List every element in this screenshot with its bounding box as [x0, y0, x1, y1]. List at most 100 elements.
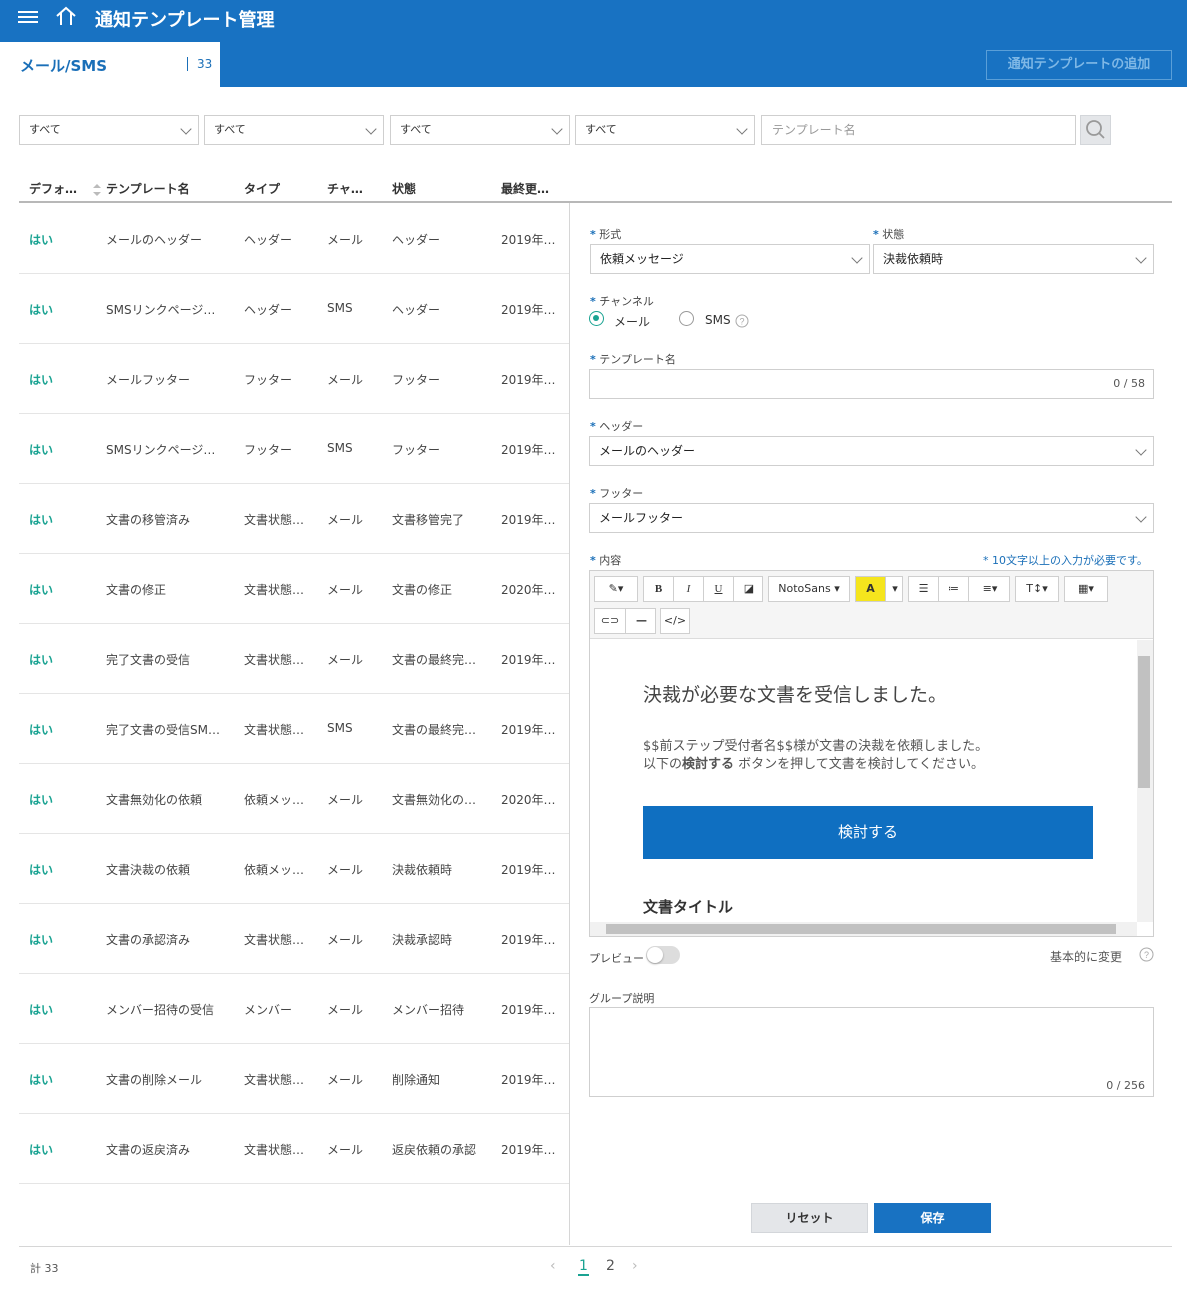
- prev-page-icon[interactable]: ‹: [550, 1258, 556, 1274]
- align-icon[interactable]: ≡▾: [969, 577, 1011, 601]
- italic-icon[interactable]: I: [674, 577, 704, 601]
- font-family-select[interactable]: NotoSans ▾: [768, 576, 850, 602]
- search-button[interactable]: [1080, 115, 1111, 145]
- table-row[interactable]: はい メンバー招待の受信 メンバー メール メンバー招待 2019年…: [19, 974, 569, 1044]
- cell-channel: メール: [327, 373, 364, 387]
- status-select[interactable]: 決裁依頼時: [873, 244, 1154, 274]
- help-icon[interactable]: ?: [1139, 947, 1154, 962]
- next-page-icon[interactable]: ›: [632, 1258, 638, 1274]
- page-2[interactable]: 2: [606, 1258, 615, 1274]
- col-channel[interactable]: チャ…: [327, 180, 363, 197]
- template-name-search-input[interactable]: テンプレート名: [761, 115, 1076, 145]
- cell-status: 返戻依頼の承認: [392, 1143, 477, 1157]
- search-icon: [1086, 120, 1105, 139]
- cell-channel: SMS: [327, 721, 353, 735]
- content-hint: * 10文字以上の入力が必要です。: [983, 554, 1148, 567]
- text-size-icon[interactable]: T↕▾: [1015, 576, 1059, 602]
- link-icon[interactable]: ⊂⊃: [595, 609, 626, 633]
- home-icon[interactable]: [55, 5, 77, 27]
- chevron-down-icon: [736, 123, 748, 135]
- filter-select-4[interactable]: すべて: [575, 115, 755, 145]
- channel-label-text: チャンネル: [599, 295, 654, 308]
- table-row[interactable]: はい 完了文書の受信SM… 文書状態… SMS 文書の最終完… 2019年…: [19, 694, 569, 764]
- col-default[interactable]: デフォ…: [29, 180, 77, 197]
- rich-text-editor[interactable]: ✎▾ B I U ◪ NotoSans ▾ A ▾ ☰ ≔ ≡▾ T↕▾ ▦▾ …: [589, 570, 1154, 937]
- tab-mail-sms[interactable]: メール/SMS 33: [0, 42, 220, 87]
- table-row[interactable]: はい 文書の修正 文書状態… メール 文書の修正 2020年…: [19, 554, 569, 624]
- color-dropdown-icon[interactable]: ▾: [886, 577, 904, 601]
- radio-sms[interactable]: [679, 311, 694, 326]
- preview-toggle[interactable]: [646, 946, 680, 964]
- table-row[interactable]: はい 文書決裁の依頼 依頼メッ… メール 決裁依頼時 2019年…: [19, 834, 569, 904]
- cell-channel: メール: [327, 583, 364, 597]
- filter-select-1[interactable]: すべて: [19, 115, 199, 145]
- cell-name: メンバー招待の受信: [106, 1003, 215, 1017]
- hamburger-menu-icon[interactable]: [18, 8, 38, 26]
- col-status[interactable]: 状態: [392, 180, 416, 197]
- header-select[interactable]: メールのヘッダー: [589, 436, 1154, 466]
- col-type[interactable]: タイプ: [244, 180, 280, 197]
- radio-mail[interactable]: [589, 311, 604, 326]
- cell-channel: メール: [327, 793, 364, 807]
- table-row[interactable]: はい SMSリンクページ… ヘッダー SMS ヘッダー 2019年…: [19, 274, 569, 344]
- horizontal-scrollbar[interactable]: [590, 922, 1137, 936]
- group-description-textarea[interactable]: 0 / 256: [589, 1007, 1154, 1097]
- scrollbar-thumb[interactable]: [1138, 656, 1150, 788]
- table-row[interactable]: はい メールのヘッダー ヘッダー メール ヘッダー 2019年…: [19, 204, 569, 274]
- underline-icon[interactable]: U: [704, 577, 734, 601]
- cell-type: ヘッダー: [244, 233, 293, 247]
- code-view-icon[interactable]: </>: [660, 608, 690, 634]
- numbered-list-icon[interactable]: ≔: [939, 577, 969, 601]
- footer-select-value: メールフッター: [599, 511, 684, 525]
- scrollbar-thumb[interactable]: [606, 924, 1116, 934]
- group-desc-counter: 0 / 256: [1106, 1079, 1145, 1092]
- cell-updated: 2019年…: [501, 513, 556, 527]
- table-row[interactable]: はい 文書の返戻済み 文書状態… メール 返戻依頼の承認 2019年…: [19, 1114, 569, 1184]
- horizontal-rule-icon[interactable]: —: [626, 609, 657, 633]
- footer-divider: [19, 1246, 1172, 1247]
- table-row[interactable]: はい SMSリンクページ… フッター SMS フッター 2019年…: [19, 414, 569, 484]
- filter-select-3[interactable]: すべて: [390, 115, 570, 145]
- table-row[interactable]: はい メールフッター フッター メール フッター 2019年…: [19, 344, 569, 414]
- col-name[interactable]: テンプレート名: [106, 180, 190, 197]
- highlight-color-icon[interactable]: A: [856, 577, 886, 601]
- cell-status: フッター: [392, 373, 441, 387]
- table-row[interactable]: はい 文書の削除メール 文書状態… メール 削除通知 2019年…: [19, 1044, 569, 1114]
- add-template-button[interactable]: 通知テンプレートの追加: [986, 50, 1172, 80]
- template-name-input[interactable]: 0 / 58: [589, 369, 1154, 399]
- table-row[interactable]: はい 文書の承認済み 文書状態… メール 決裁承認時 2019年…: [19, 904, 569, 974]
- header-label: * ヘッダー: [590, 418, 643, 434]
- cell-name: 文書の承認済み: [106, 933, 191, 947]
- filter-select-2[interactable]: すべて: [204, 115, 384, 145]
- format-select[interactable]: 依頼メッセージ: [590, 244, 870, 274]
- table-row[interactable]: はい 文書の移管済み 文書状態… メール 文書移管完了 2019年…: [19, 484, 569, 554]
- cell-updated: 2019年…: [501, 1073, 556, 1087]
- bullet-list-icon[interactable]: ☰: [909, 577, 939, 601]
- table-row[interactable]: はい 完了文書の受信 文書状態… メール 文書の最終完… 2019年…: [19, 624, 569, 694]
- help-icon[interactable]: ?: [735, 314, 749, 328]
- reset-to-default-link[interactable]: 基本的に変更: [1050, 948, 1122, 965]
- footer-select[interactable]: メールフッター: [589, 503, 1154, 533]
- sort-icon[interactable]: [93, 184, 101, 196]
- format-select-value: 依頼メッセージ: [600, 252, 684, 266]
- page-1[interactable]: 1: [578, 1258, 589, 1276]
- chevron-down-icon: [365, 123, 377, 135]
- reset-button[interactable]: リセット: [751, 1203, 868, 1233]
- save-button[interactable]: 保存: [874, 1203, 991, 1233]
- required-mark: *: [590, 554, 596, 567]
- cell-status: 決裁承認時: [392, 933, 453, 947]
- cell-status: フッター: [392, 443, 441, 457]
- table-icon[interactable]: ▦▾: [1064, 576, 1108, 602]
- editor-content[interactable]: 決裁が必要な文書を受信しました。 $$前ステップ受付者名$$様が文書の決裁を依頼…: [590, 640, 1137, 922]
- review-button[interactable]: 検討する: [643, 806, 1093, 859]
- cell-default: はい: [29, 443, 54, 457]
- bold-icon[interactable]: B: [644, 577, 674, 601]
- table-row[interactable]: はい 文書無効化の依頼 依頼メッ… メール 文書無効化の… 2020年…: [19, 764, 569, 834]
- eraser-icon[interactable]: ◪: [734, 577, 764, 601]
- col-updated[interactable]: 最終更…: [501, 180, 549, 197]
- magic-wand-icon[interactable]: ✎▾: [594, 576, 638, 602]
- list-group: ☰ ≔ ≡▾: [908, 576, 1010, 602]
- cell-updated: 2019年…: [501, 1143, 556, 1157]
- cell-default: はい: [29, 1073, 54, 1087]
- vertical-scrollbar[interactable]: [1137, 640, 1153, 922]
